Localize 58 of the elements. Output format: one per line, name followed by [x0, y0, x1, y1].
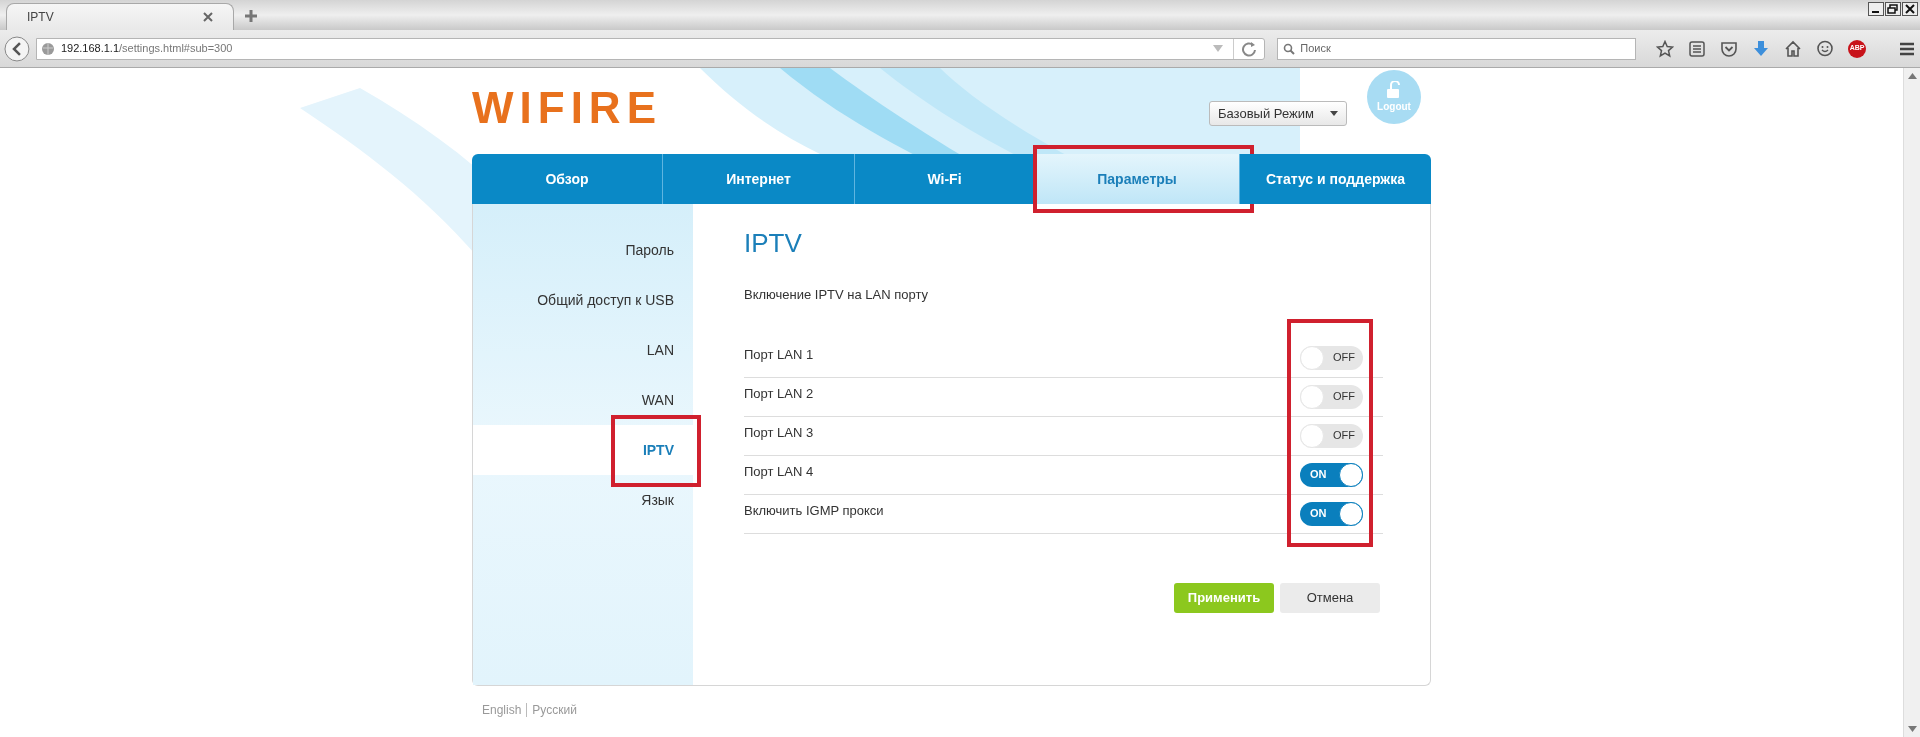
- address-bar[interactable]: 192.168.1.1/settings.html#sub=300: [35, 37, 1266, 60]
- toggle-label: ON: [1310, 506, 1327, 522]
- search-field[interactable]: Поиск: [1277, 37, 1636, 60]
- scroll-up-icon[interactable]: [1907, 73, 1917, 79]
- url-path: /settings.html#sub=300: [119, 41, 234, 57]
- nav-tab[interactable]: Интернет: [663, 154, 855, 204]
- row-label: Порт LAN 1: [744, 345, 814, 364]
- pocket-icon[interactable]: [1720, 39, 1738, 58]
- logout-label: Logout: [1377, 99, 1411, 114]
- sidebar-item[interactable]: Пароль: [473, 225, 693, 275]
- padlock-icon: [1386, 80, 1402, 99]
- browser-tab[interactable]: IPTV: [6, 3, 234, 30]
- download-icon[interactable]: [1752, 39, 1770, 58]
- caret-icon: [1330, 111, 1338, 116]
- back-icon[interactable]: [4, 35, 30, 62]
- toggle-switch[interactable]: OFF: [1300, 384, 1363, 409]
- toggle-label: OFF: [1333, 389, 1355, 405]
- toggle-switch[interactable]: ON: [1300, 501, 1363, 526]
- nav-tab[interactable]: Обзор: [472, 154, 663, 204]
- sidebar-item[interactable]: Язык: [473, 475, 693, 525]
- row-label: Включить IGMP прокси: [744, 501, 884, 520]
- toggle-label: OFF: [1333, 428, 1355, 444]
- nav-tab[interactable]: Статус и поддержка: [1240, 154, 1431, 204]
- search-placeholder: Поиск: [1300, 41, 1331, 57]
- row-label: Порт LAN 4: [744, 462, 814, 481]
- cancel-button[interactable]: Отмена: [1280, 582, 1380, 613]
- home-icon[interactable]: [1784, 39, 1802, 58]
- restore-icon[interactable]: [1885, 2, 1901, 16]
- globe-icon: [40, 41, 55, 56]
- row-label: Порт LAN 2: [744, 384, 814, 403]
- toggle-switch[interactable]: ON: [1300, 462, 1363, 487]
- scrollbar[interactable]: [1903, 68, 1920, 737]
- sidebar-item[interactable]: WAN: [473, 375, 693, 425]
- toggle-label: ON: [1310, 467, 1327, 483]
- star-icon[interactable]: [1656, 39, 1674, 58]
- list-icon[interactable]: [1688, 39, 1706, 58]
- url-host: 192.168.1.1: [60, 41, 120, 57]
- scroll-down-icon[interactable]: [1907, 726, 1917, 732]
- sidebar-item[interactable]: LAN: [473, 325, 693, 375]
- plus-icon[interactable]: [244, 9, 258, 23]
- close-icon[interactable]: [1902, 2, 1918, 16]
- chat-icon[interactable]: [1816, 39, 1834, 58]
- tab-title: IPTV: [27, 9, 54, 26]
- mode-select-value: Базовый Режим: [1218, 104, 1314, 123]
- toggle-switch[interactable]: OFF: [1300, 423, 1363, 448]
- toggle-label: OFF: [1333, 350, 1355, 366]
- search-icon: [1283, 42, 1296, 55]
- row-label: Порт LAN 3: [744, 423, 814, 442]
- sidebar-item[interactable]: IPTV: [473, 425, 693, 475]
- nav-tab[interactable]: Параметры: [1035, 154, 1240, 204]
- nav-tab[interactable]: Wi-Fi: [855, 154, 1035, 204]
- mode-select[interactable]: Базовый Режим: [1209, 101, 1347, 126]
- logo: WIFIRE: [472, 84, 662, 130]
- page-title: IPTV: [744, 230, 803, 256]
- minimize-icon[interactable]: [1868, 2, 1884, 16]
- sidebar-item[interactable]: Общий доступ к USB: [473, 275, 693, 325]
- toggle-switch[interactable]: OFF: [1300, 345, 1363, 370]
- section-subtitle: Включение IPTV на LAN порту: [744, 286, 930, 304]
